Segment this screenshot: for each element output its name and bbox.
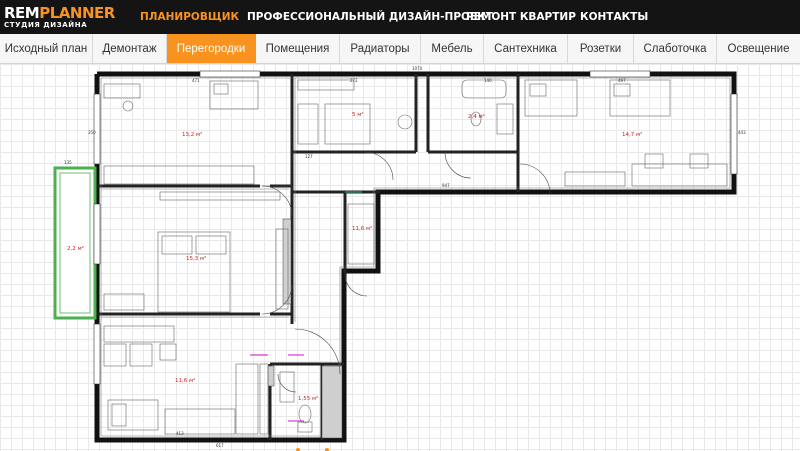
tab-plumbing[interactable]: Сантехника <box>484 34 568 63</box>
floor-plan[interactable]: 13,2 м² 5 м² 2,4 м² 14,7 м² 2,2 м² 15,3 … <box>0 64 800 451</box>
nav-planner[interactable]: ПЛАНИРОВЩИК <box>140 11 239 23</box>
tab-source-plan[interactable]: Исходный план <box>0 34 93 63</box>
brand-logo[interactable]: REMPLANNER СТУДИЯ ДИЗАЙНА <box>0 3 118 29</box>
dimension-label: 443 <box>738 130 746 135</box>
tab-furniture[interactable]: Мебель <box>421 34 484 63</box>
tab-radiators[interactable]: Радиаторы <box>340 34 421 63</box>
tab-low-voltage[interactable]: Слаботочка <box>634 34 717 63</box>
room-area-label: 13,2 м² <box>182 131 202 138</box>
nav-contacts[interactable]: КОНТАКТЫ <box>580 11 648 23</box>
dimension-label: 947 <box>442 183 450 188</box>
dimension-label: 497 <box>618 78 626 83</box>
interior-walls <box>97 74 520 440</box>
tab-rooms[interactable]: Помещения <box>256 34 340 63</box>
room-area-label: 11,6 м² <box>352 225 372 232</box>
nav-design-project[interactable]: ПРОФЕССИОНАЛЬНЫЙ ДИЗАЙН-ПРОЕКТ <box>247 11 493 23</box>
dimension-label: 617 <box>216 443 224 448</box>
dimension-label: 350 <box>88 130 96 135</box>
room-area-label: 15,3 м² <box>186 255 206 262</box>
room-area-label: 2,2 м² <box>67 245 84 252</box>
room-labels: 13,2 м² 5 м² 2,4 м² 14,7 м² 2,2 м² 15,3 … <box>67 111 642 402</box>
nav-renovation[interactable]: РЕМОНТ КВАРТИР <box>466 11 576 23</box>
dimension-label: 272 <box>350 78 358 83</box>
room-area-label: 1,55 м² <box>298 395 318 402</box>
brand-name: REMPLANNER <box>4 3 115 22</box>
balcony[interactable] <box>53 166 97 320</box>
top-bar: REMPLANNER СТУДИЯ ДИЗАЙНА ПЛАНИРОВЩИК ПР… <box>0 0 800 34</box>
dimension-label: 127 <box>305 154 313 159</box>
room-area-label: 14,7 м² <box>622 131 642 138</box>
dimension-label: 135 <box>64 160 72 165</box>
room-area-label: 5 м² <box>352 111 364 118</box>
dimension-label: 413 <box>176 431 184 436</box>
dimension-labels: 1070 471 272 140 497 350 443 127 947 617… <box>64 66 746 448</box>
dimension-label: 471 <box>192 78 200 83</box>
tab-sockets[interactable]: Розетки <box>568 34 634 63</box>
tab-partitions[interactable]: Перегородки <box>167 34 256 63</box>
room-area-label: 2,4 м² <box>468 113 485 120</box>
tab-demolition[interactable]: Демонтаж <box>93 34 167 63</box>
tab-lighting[interactable]: Освещение <box>717 34 800 63</box>
tool-tabs: Исходный план Демонтаж Перегородки Помещ… <box>0 34 800 64</box>
dimension-label: 140 <box>484 78 492 83</box>
dimension-label: 1070 <box>412 66 423 71</box>
plan-canvas[interactable]: 13,2 м² 5 м² 2,4 м² 14,7 м² 2,2 м² 15,3 … <box>0 64 800 451</box>
room-area-label: 11,6 м² <box>175 377 195 384</box>
brand-tagline: СТУДИЯ ДИЗАЙНА <box>4 20 88 29</box>
